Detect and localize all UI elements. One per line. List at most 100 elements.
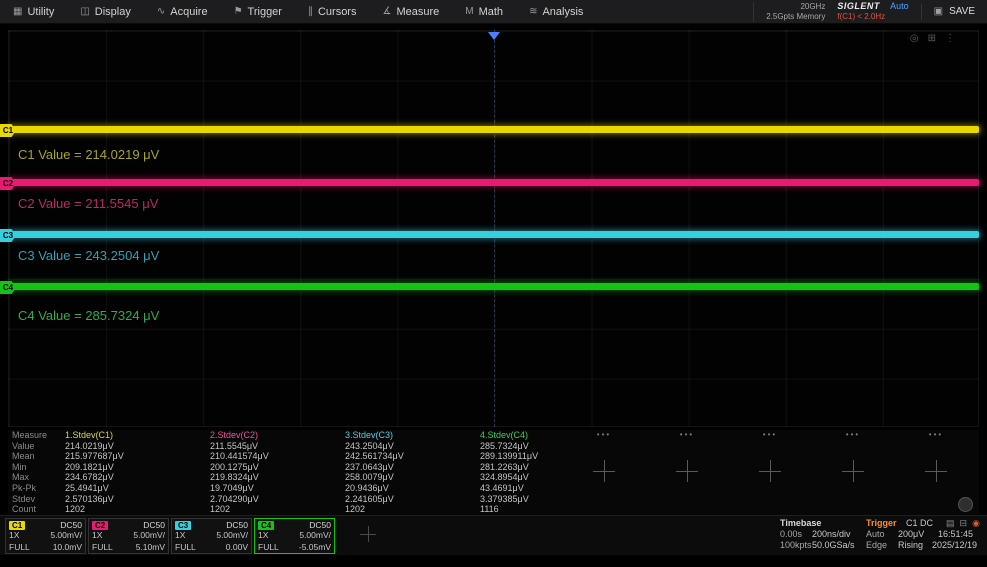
row-label: Count <box>12 504 64 515</box>
measurement-column-c4[interactable]: 4.Stdev(C4) 285.7324μV 289.139911μV 281.… <box>480 430 538 515</box>
trace-c4[interactable] <box>8 283 979 290</box>
trace-c4-value-label: C4 Value = 285.7324 μV <box>18 308 159 323</box>
add-measurement-icon[interactable] <box>593 460 615 482</box>
measurement-value: 20.9436μV <box>345 483 404 494</box>
trigger-slope: Rising <box>898 540 923 550</box>
measurement-value: 215.977687μV <box>65 451 124 462</box>
trace-c1-value-label: C1 Value = 214.0219 μV <box>18 147 159 162</box>
trigger-title[interactable]: Trigger <box>866 518 897 528</box>
menu-bar: ▦ Utility ◫ Display ∿ Acquire ⚑ Trigger … <box>0 0 987 24</box>
menu-item-measure[interactable]: ∡ Measure <box>369 0 452 23</box>
channel-c1-box[interactable]: C1 DC50 1X 5.00mV/ FULL 10.0mV <box>5 518 86 554</box>
channel-offset: -5.05mV <box>299 542 331 554</box>
measure-icon: ∡ <box>382 6 391 17</box>
empty-measurement-slot[interactable]: ••• <box>564 430 644 515</box>
measurement-value: 289.139911μV <box>480 451 538 462</box>
grid-icon[interactable]: ▤ <box>946 518 955 529</box>
add-measurement-icon[interactable] <box>759 460 781 482</box>
trigger-position-marker[interactable] <box>488 32 500 40</box>
fullscreen-icon[interactable]: ⊞ <box>928 33 936 44</box>
measurement-value: 2.241605μV <box>345 494 404 505</box>
measurement-value: 1202 <box>210 504 269 515</box>
menu-item-label: Math <box>479 6 503 18</box>
menu-item-cursors[interactable]: ∥ Cursors <box>295 0 370 23</box>
channel-coupling: DC50 <box>309 520 331 530</box>
menu-item-utility[interactable]: ▦ Utility <box>0 0 67 23</box>
channel-c2-box[interactable]: C2 DC50 1X 5.00mV/ FULL 5.10mV <box>88 518 169 554</box>
menu-item-trigger[interactable]: ⚑ Trigger <box>221 0 295 23</box>
channel-c4-box[interactable]: C4 DC50 1X 5.00mV/ FULL -5.05mV <box>254 518 335 554</box>
channel-c3-box[interactable]: C3 DC50 1X 5.00mV/ FULL 0.00V <box>171 518 252 554</box>
empty-measurement-slot[interactable]: ••• <box>730 430 810 515</box>
trace-c3[interactable] <box>8 231 979 238</box>
measurement-value: 43.4691μV <box>480 483 538 494</box>
timebase-title[interactable]: Timebase <box>780 518 821 528</box>
measurement-value: 234.6782μV <box>65 472 124 483</box>
channel-bandwidth: FULL <box>9 542 30 554</box>
display-toolbar: ◎ ⊞ ⋮ <box>910 33 955 44</box>
touch-icon[interactable]: ◉ <box>972 518 980 529</box>
add-measurement-icon[interactable] <box>925 460 947 482</box>
more-icon[interactable]: ⋮ <box>945 33 955 44</box>
acquire-icon: ∿ <box>157 6 165 17</box>
menu-item-analysis[interactable]: ≋ Analysis <box>516 0 596 23</box>
measurement-column-c1[interactable]: 1.Stdev(C1) 214.0219μV 215.977687μV 209.… <box>65 430 124 515</box>
bandwidth-label: 20GHz <box>766 2 825 12</box>
save-button[interactable]: ▣ SAVE <box>921 4 975 20</box>
channel-badge: C2 <box>92 521 108 530</box>
trace-c1[interactable] <box>8 126 979 133</box>
measurement-value: 200.1275μV <box>210 462 269 473</box>
row-label: Max <box>12 472 64 483</box>
channel-probe: 1X <box>9 530 19 542</box>
channel-scale: 5.00mV/ <box>299 530 331 542</box>
panel-collapse-button[interactable] <box>958 497 973 512</box>
empty-measurement-slot[interactable]: ••• <box>813 430 893 515</box>
timebase-delay: 0.00s <box>780 529 802 539</box>
trigger-type: Edge <box>866 540 887 550</box>
menu-item-label: Trigger <box>248 6 282 18</box>
measurement-header: 2.Stdev(C2) <box>210 430 269 441</box>
channel-scale: 5.00mV/ <box>216 530 248 542</box>
system-info: 20GHz 2.5Gpts Memory <box>753 2 825 22</box>
empty-measurement-slot[interactable]: ••• <box>647 430 727 515</box>
trigger-state-badge: Auto <box>890 1 909 11</box>
utility-icon: ▦ <box>13 6 22 17</box>
row-label: Min <box>12 462 64 473</box>
add-measurement-icon[interactable] <box>842 460 864 482</box>
measurement-value: 25.4941μV <box>65 483 124 494</box>
measurement-header: 4.Stdev(C4) <box>480 430 538 441</box>
brand-logo: SIGLENT <box>837 1 880 11</box>
trigger-position-line <box>494 30 495 427</box>
menu-item-display[interactable]: ◫ Display <box>67 0 144 23</box>
channel-bandwidth: FULL <box>92 542 113 554</box>
row-label: Measure <box>12 430 64 441</box>
add-channel-icon[interactable] <box>360 526 376 542</box>
measurement-value: 2.570136μV <box>65 494 124 505</box>
menu-item-acquire[interactable]: ∿ Acquire <box>144 0 221 23</box>
measurement-value: 2.704290μV <box>210 494 269 505</box>
measurement-column-c2[interactable]: 2.Stdev(C2) 211.5545μV 210.441574μV 200.… <box>210 430 269 515</box>
channel-bandwidth: FULL <box>258 542 279 554</box>
measurement-column-c3[interactable]: 3.Stdev(C3) 243.2504μV 242.561734μV 237.… <box>345 430 404 515</box>
measurement-value: 1116 <box>480 504 538 515</box>
add-measurement-icon[interactable] <box>676 460 698 482</box>
save-button-label: SAVE <box>949 6 975 17</box>
channel-scale: 5.00mV/ <box>50 530 82 542</box>
camera-icon[interactable]: ◎ <box>910 33 919 44</box>
channel-badge: C4 <box>258 521 274 530</box>
channel-coupling: DC50 <box>60 520 82 530</box>
cursors-icon: ∥ <box>308 6 313 17</box>
menu-item-label: Analysis <box>542 6 583 18</box>
channel-coupling: DC50 <box>226 520 248 530</box>
trace-c3-value-label: C3 Value = 243.2504 μV <box>18 248 159 263</box>
usb-icon[interactable]: ⊟ <box>960 518 968 529</box>
channel-offset: 10.0mV <box>53 542 82 554</box>
measurement-value: 281.2263μV <box>480 462 538 473</box>
trace-c2[interactable] <box>8 179 979 186</box>
slot-ellipsis: ••• <box>730 430 810 441</box>
menu-item-label: Measure <box>396 6 439 18</box>
menu-item-math[interactable]: M Math <box>452 0 516 23</box>
waveform-display[interactable]: ◎ ⊞ ⋮ C1 Value = 214.0219 μV C2 Value = … <box>8 30 979 427</box>
clock-time: 16:51:45 <box>938 529 973 539</box>
slot-ellipsis: ••• <box>564 430 644 441</box>
